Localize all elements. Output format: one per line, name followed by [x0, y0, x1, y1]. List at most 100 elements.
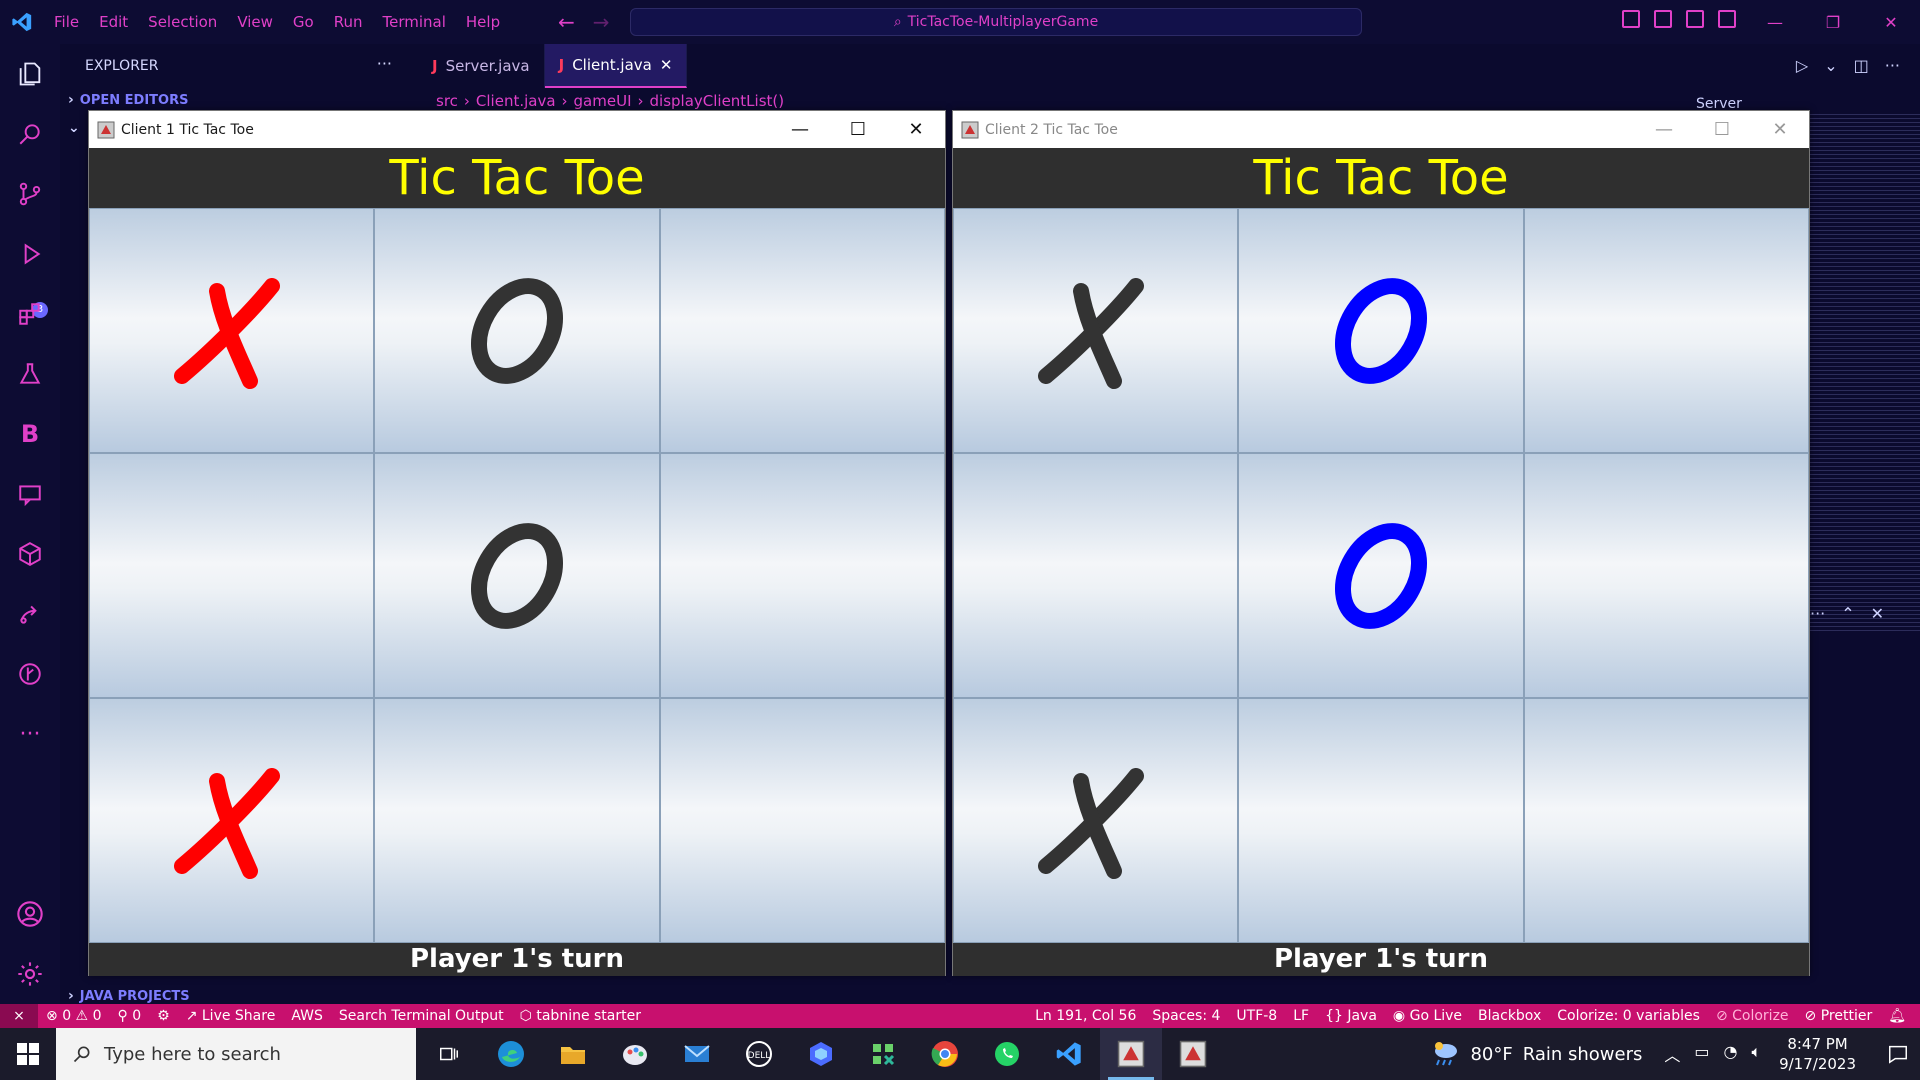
- close-icon[interactable]: ✕: [1862, 0, 1920, 44]
- maximize-icon[interactable]: ☐: [1693, 111, 1751, 148]
- weather-widget[interactable]: 80°F Rain showers: [1430, 1040, 1642, 1068]
- colorize-variables-status[interactable]: Colorize: 0 variables: [1549, 1008, 1708, 1024]
- indentation-status[interactable]: Spaces: 4: [1144, 1008, 1228, 1024]
- whatsapp-icon[interactable]: [976, 1028, 1038, 1080]
- run-icon[interactable]: ▷: [1796, 56, 1808, 75]
- more-actions-icon[interactable]: ···: [377, 54, 392, 73]
- board-cell-2-1[interactable]: [1238, 698, 1524, 943]
- settings-gear-icon[interactable]: [12, 956, 48, 992]
- prettier-status[interactable]: ⊘ Prettier: [1797, 1008, 1881, 1024]
- menu-selection[interactable]: Selection: [138, 13, 227, 31]
- board-cell-0-0[interactable]: [89, 208, 375, 453]
- breadcrumb-file[interactable]: Client.java: [476, 92, 556, 110]
- minimize-icon[interactable]: —: [1635, 111, 1693, 148]
- client-2-titlebar[interactable]: Client 2 Tic Tac Toe — ☐ ✕: [953, 111, 1809, 148]
- board-cell-1-0[interactable]: [89, 453, 375, 698]
- board-cell-2-0[interactable]: [953, 698, 1239, 943]
- menu-go[interactable]: Go: [283, 13, 324, 31]
- tabnine-status[interactable]: ⬡ tabnine starter: [512, 1008, 649, 1024]
- ports-status[interactable]: ⚲ 0: [109, 1008, 149, 1024]
- dell-icon[interactable]: DELL: [728, 1028, 790, 1080]
- search-terminal-output[interactable]: Search Terminal Output: [331, 1008, 512, 1024]
- breadcrumb-src[interactable]: src: [436, 92, 458, 110]
- breadcrumb-class[interactable]: gameUI: [574, 92, 632, 110]
- git-graph-icon[interactable]: [12, 656, 48, 692]
- board-cell-1-2[interactable]: [659, 453, 945, 698]
- tab-client-java[interactable]: J Client.java ✕: [544, 44, 688, 88]
- aws-cube-icon[interactable]: [12, 536, 48, 572]
- board-cell-1-2[interactable]: [1523, 453, 1809, 698]
- board-cell-0-2[interactable]: [659, 208, 945, 453]
- blackbox-b-icon[interactable]: B: [12, 416, 48, 452]
- green-app-icon[interactable]: [852, 1028, 914, 1080]
- volume-icon[interactable]: 🔈︎: [1751, 1042, 1761, 1066]
- open-editors-section[interactable]: › OPEN EDITORS: [68, 92, 188, 108]
- maximize-icon[interactable]: ☐: [829, 111, 887, 148]
- chevron-down-icon[interactable]: ⌄: [1824, 56, 1837, 75]
- chevron-up-icon[interactable]: ︿: [1664, 1042, 1680, 1066]
- debug-status-icon[interactable]: ⚙: [149, 1008, 178, 1024]
- java-projects-section[interactable]: › JAVA PROJECTS: [68, 988, 190, 1004]
- breadcrumb-method[interactable]: displayClientList(): [650, 92, 785, 110]
- run-debug-icon[interactable]: [12, 236, 48, 272]
- accounts-icon[interactable]: [12, 896, 48, 932]
- colorize-status[interactable]: ⊘ Colorize: [1708, 1008, 1797, 1024]
- split-editor-icon[interactable]: ◫: [1854, 56, 1869, 75]
- vscode-taskbar-icon[interactable]: [1038, 1028, 1100, 1080]
- system-clock[interactable]: 8:47 PM 9/17/2023: [1779, 1034, 1856, 1074]
- more-icon[interactable]: ···: [12, 716, 48, 752]
- menu-terminal[interactable]: Terminal: [373, 13, 456, 31]
- eol-status[interactable]: LF: [1285, 1008, 1317, 1024]
- encoding-status[interactable]: UTF-8: [1228, 1008, 1285, 1024]
- toggle-secondary-sidebar-icon[interactable]: [1686, 10, 1704, 28]
- cursor-position[interactable]: Ln 191, Col 56: [1027, 1008, 1144, 1024]
- close-icon[interactable]: ✕: [887, 111, 945, 148]
- taskbar-search[interactable]: Type here to search: [56, 1028, 416, 1080]
- source-control-icon[interactable]: [12, 176, 48, 212]
- language-mode[interactable]: {} Java: [1317, 1008, 1385, 1024]
- live-share-icon[interactable]: [12, 596, 48, 632]
- aws-status[interactable]: AWS: [283, 1008, 331, 1024]
- testing-flask-icon[interactable]: [12, 356, 48, 392]
- tab-server-java[interactable]: J Server.java: [418, 44, 545, 88]
- task-view-icon[interactable]: [418, 1028, 480, 1080]
- mail-icon[interactable]: [666, 1028, 728, 1080]
- menu-view[interactable]: View: [227, 13, 283, 31]
- file-explorer-icon[interactable]: [542, 1028, 604, 1080]
- close-icon[interactable]: ✕: [1751, 111, 1809, 148]
- notifications-bell-icon[interactable]: 🔔︎: [1880, 1008, 1914, 1024]
- project-folder-chevron[interactable]: ⌄: [68, 120, 80, 136]
- client-1-titlebar[interactable]: Client 1 Tic Tac Toe — ☐ ✕: [89, 111, 945, 148]
- chat-icon[interactable]: [12, 476, 48, 512]
- copilot-app-icon[interactable]: [790, 1028, 852, 1080]
- board-cell-1-1[interactable]: [374, 453, 660, 698]
- java-client-2-taskbar-icon[interactable]: [1162, 1028, 1224, 1080]
- board-cell-0-2[interactable]: [1523, 208, 1809, 453]
- board-cell-2-2[interactable]: [1523, 698, 1809, 943]
- chrome-icon[interactable]: [914, 1028, 976, 1080]
- menu-edit[interactable]: Edit: [89, 13, 138, 31]
- close-panel-icon[interactable]: ✕: [1871, 604, 1884, 623]
- java-client-1-taskbar-icon[interactable]: [1100, 1028, 1162, 1080]
- more-actions-icon[interactable]: ···: [1885, 56, 1900, 75]
- toggle-panel-icon[interactable]: [1654, 10, 1672, 28]
- maximize-panel-icon[interactable]: ⌃: [1841, 604, 1854, 623]
- menu-help[interactable]: Help: [456, 13, 510, 31]
- minimize-icon[interactable]: —: [771, 111, 829, 148]
- edge-browser-icon[interactable]: [480, 1028, 542, 1080]
- live-share-status[interactable]: ↗ Live Share: [178, 1008, 284, 1024]
- search-icon[interactable]: [12, 116, 48, 152]
- minimize-icon[interactable]: —: [1746, 0, 1804, 44]
- notification-center-icon[interactable]: [1876, 1043, 1920, 1065]
- board-cell-0-1[interactable]: [374, 208, 660, 453]
- board-cell-1-1[interactable]: [1238, 453, 1524, 698]
- paint-icon[interactable]: [604, 1028, 666, 1080]
- close-tab-icon[interactable]: ✕: [660, 56, 673, 74]
- board-cell-0-1[interactable]: [1238, 208, 1524, 453]
- customize-layout-icon[interactable]: [1718, 10, 1736, 28]
- forward-arrow-icon[interactable]: →: [593, 10, 610, 34]
- explorer-icon[interactable]: [12, 56, 48, 92]
- command-center-search[interactable]: ⌕ TicTacToe-MultiplayerGame: [630, 8, 1362, 36]
- battery-icon[interactable]: ▭: [1694, 1042, 1709, 1066]
- wifi-icon[interactable]: ◔: [1724, 1042, 1738, 1066]
